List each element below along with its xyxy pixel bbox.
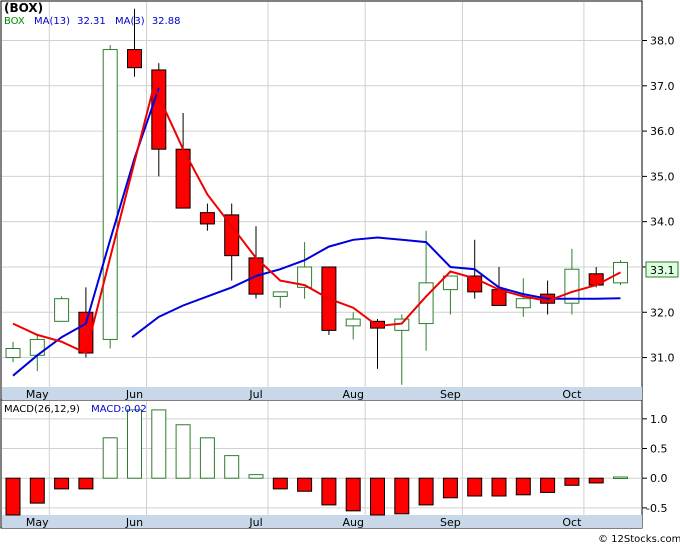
candle-down bbox=[199, 212, 215, 225]
macd-legend-label: MACD(26,12,9) bbox=[4, 404, 80, 415]
macd-month-label: Oct bbox=[562, 516, 582, 529]
legend-ma3-label: MA(3) bbox=[115, 16, 145, 27]
macd-legend: MACD(26,12,9) MACD:0.02 bbox=[4, 404, 147, 415]
macd-bar-negative bbox=[321, 477, 337, 506]
macd-tick-label: 1.0 bbox=[650, 413, 668, 426]
price-tag-value: 33.1 bbox=[650, 264, 675, 277]
price-tick-label: 32.0 bbox=[650, 306, 675, 319]
macd-bar-negative bbox=[5, 477, 21, 516]
candle-up bbox=[54, 298, 70, 322]
macd-bar-positive bbox=[248, 474, 264, 479]
macd-tick-label: 0.5 bbox=[650, 443, 668, 456]
candle-up bbox=[345, 318, 361, 327]
candle-up bbox=[5, 348, 21, 359]
price-tick-label: 36.0 bbox=[650, 125, 675, 138]
month-label: May bbox=[26, 388, 49, 401]
legend-ma13-value: 32.31 bbox=[77, 16, 106, 27]
month-label: Aug bbox=[342, 388, 363, 401]
candle-up bbox=[102, 49, 118, 340]
legend-ma3-value: 32.88 bbox=[152, 16, 181, 27]
macd-month-label: Aug bbox=[342, 516, 363, 529]
price-tick-label: 37.0 bbox=[650, 80, 675, 93]
macd-bar-negative bbox=[588, 477, 604, 484]
price-tick-label: 38.0 bbox=[650, 35, 675, 48]
last-price-tag: 33.1 bbox=[645, 261, 679, 278]
month-label: Jun bbox=[125, 388, 143, 401]
macd-bar-positive bbox=[224, 455, 240, 479]
month-label: Jul bbox=[248, 388, 262, 401]
macd-tick-label: 0.0 bbox=[650, 472, 668, 485]
macd-axis-strip bbox=[2, 515, 642, 528]
macd-bar-negative bbox=[564, 477, 580, 486]
month-label: Sep bbox=[440, 388, 461, 401]
macd-bars bbox=[5, 409, 628, 516]
chart-title: (BOX) bbox=[4, 1, 43, 15]
candle-up bbox=[442, 275, 458, 291]
macd-month-label: Jul bbox=[248, 516, 262, 529]
macd-bar-negative bbox=[297, 477, 313, 492]
macd-bar-negative bbox=[540, 477, 556, 493]
candle-down bbox=[151, 69, 167, 150]
macd-month-label: May bbox=[26, 516, 49, 529]
chart-svg: 31.032.033.034.035.036.037.038.0-0.50.00… bbox=[0, 0, 680, 545]
candle-up bbox=[515, 298, 531, 309]
macd-bar-positive bbox=[613, 476, 628, 479]
macd-legend-value: MACD:0.02 bbox=[91, 404, 147, 415]
legend-ma13-label: MA(13) bbox=[34, 16, 70, 27]
macd-bar-negative bbox=[345, 477, 361, 512]
macd-bar-negative bbox=[370, 477, 385, 516]
price-panel bbox=[0, 0, 643, 401]
month-label: Oct bbox=[562, 388, 582, 401]
macd-bar-negative bbox=[467, 477, 483, 497]
macd-bar-positive bbox=[199, 437, 215, 479]
candle-down bbox=[127, 49, 142, 69]
candles bbox=[5, 8, 628, 385]
macd-bar-positive bbox=[151, 409, 167, 479]
macd-bar-negative bbox=[54, 477, 70, 490]
legend-row: BOX MA(13) 32.31 MA(3) 32.88 bbox=[4, 16, 180, 27]
price-tick-label: 34.0 bbox=[650, 216, 675, 229]
macd-bar-negative bbox=[418, 477, 434, 506]
macd-bar-negative bbox=[442, 477, 458, 499]
price-axis-strip bbox=[2, 387, 642, 400]
macd-bar-negative bbox=[491, 477, 507, 497]
macd-bar-positive bbox=[127, 409, 142, 479]
macd-bar-negative bbox=[272, 477, 288, 490]
macd-bar-positive bbox=[102, 437, 118, 479]
price-tick-label: 35.0 bbox=[650, 170, 675, 183]
macd-bar-negative bbox=[394, 477, 410, 515]
macd-tick-label: -0.5 bbox=[646, 502, 667, 515]
macd-bar-negative bbox=[78, 477, 94, 490]
candle-up bbox=[29, 338, 45, 356]
macd-bar-negative bbox=[515, 477, 531, 496]
stock-chart: 31.032.033.034.035.036.037.038.0-0.50.00… bbox=[0, 0, 680, 546]
macd-month-label: Sep bbox=[440, 516, 461, 529]
macd-month-label: Jun bbox=[125, 516, 143, 529]
legend-symbol: BOX bbox=[4, 16, 25, 27]
grid-layer bbox=[2, 2, 642, 515]
macd-bar-negative bbox=[29, 477, 45, 504]
price-tick-label: 31.0 bbox=[650, 352, 675, 365]
candle-up bbox=[272, 291, 288, 297]
macd-bar-positive bbox=[175, 424, 191, 479]
footer-credit: © 12Stocks.com bbox=[598, 534, 680, 545]
